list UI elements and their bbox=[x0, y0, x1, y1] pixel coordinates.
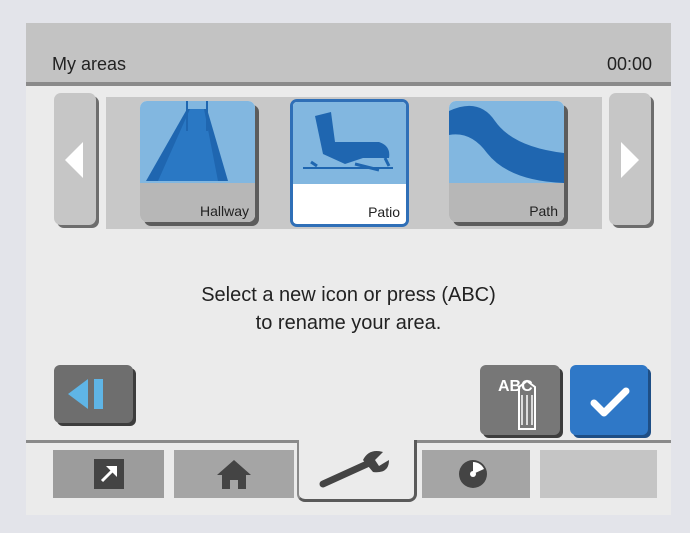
back-button[interactable] bbox=[54, 365, 133, 423]
hallway-icon bbox=[140, 101, 255, 183]
back-arrow-icon bbox=[68, 379, 103, 409]
pencil-icon: ABC bbox=[498, 378, 536, 430]
tab-disc[interactable] bbox=[422, 450, 530, 498]
area-tile-patio[interactable]: Patio bbox=[290, 99, 409, 227]
tab-divider bbox=[26, 440, 297, 443]
disc-icon bbox=[459, 460, 487, 488]
instruction-line-1: Select a new icon or press (ABC) bbox=[201, 284, 496, 306]
device-screen: My areas 00:00 Hallway Patio Path Select… bbox=[26, 23, 671, 515]
chevron-left-icon bbox=[65, 142, 83, 178]
area-tile-path[interactable]: Path bbox=[449, 101, 564, 222]
instruction-text: Select a new icon or press (ABC) to rena… bbox=[26, 281, 671, 337]
tab-settings[interactable] bbox=[297, 440, 417, 502]
tab-empty[interactable] bbox=[540, 450, 657, 498]
instruction-line-2: to rename your area. bbox=[255, 312, 442, 334]
patio-chair-icon bbox=[293, 102, 406, 184]
rename-abc-button[interactable]: ABC bbox=[480, 365, 560, 435]
area-tile-label: Path bbox=[529, 203, 558, 219]
confirm-button[interactable] bbox=[570, 365, 648, 435]
wrench-icon bbox=[319, 451, 389, 488]
carousel-prev-button[interactable] bbox=[54, 93, 96, 225]
header-bar: My areas 00:00 bbox=[26, 23, 671, 86]
path-icon bbox=[449, 101, 564, 183]
clock-display: 00:00 bbox=[606, 54, 652, 74]
area-tile-label: Patio bbox=[368, 204, 400, 220]
area-tile-hallway[interactable]: Hallway bbox=[140, 101, 255, 222]
page-title: My areas bbox=[52, 54, 127, 74]
rename-button-label: ABC bbox=[498, 378, 533, 395]
tab-divider bbox=[415, 440, 671, 443]
home-icon bbox=[217, 460, 251, 489]
shortcut-arrow-icon bbox=[94, 459, 124, 489]
carousel-next-button[interactable] bbox=[609, 93, 651, 225]
tab-home[interactable] bbox=[174, 450, 294, 498]
checkmark-icon bbox=[590, 387, 630, 417]
area-tile-label: Hallway bbox=[199, 203, 249, 219]
chevron-right-icon bbox=[621, 142, 639, 178]
tab-shortcut[interactable] bbox=[53, 450, 164, 498]
